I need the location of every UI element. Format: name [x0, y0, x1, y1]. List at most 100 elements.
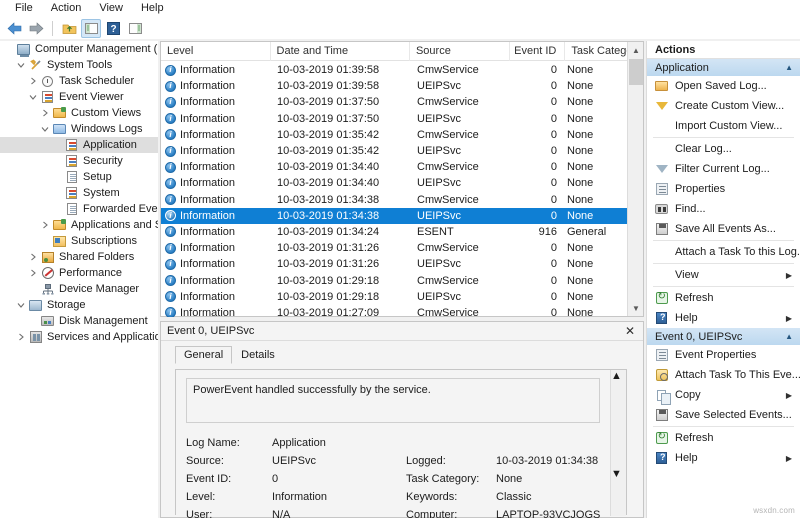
table-row[interactable]: iInformation10-03-2019 01:34:40CmwServic…: [161, 159, 627, 175]
scroll-thumb[interactable]: [629, 59, 643, 85]
event-detail-scrollbar[interactable]: ▲ ▼: [610, 370, 626, 516]
column-header-date[interactable]: Date and Time: [271, 42, 410, 61]
action-open-saved-log[interactable]: Open Saved Log...: [647, 76, 800, 96]
tab-general[interactable]: General: [175, 346, 232, 364]
table-row[interactable]: iInformation10-03-2019 01:34:38UEIPSvc0N…: [161, 208, 627, 224]
tree-item-setup[interactable]: Setup: [0, 169, 158, 185]
tree-item-forwarded-event[interactable]: Forwarded Event: [0, 201, 158, 217]
event-list-rows[interactable]: iInformation10-03-2019 01:39:58CmwServic…: [161, 62, 627, 317]
action-find[interactable]: Find...: [647, 199, 800, 219]
tree-item-task-scheduler[interactable]: Task Scheduler: [0, 73, 158, 89]
close-icon[interactable]: ✕: [621, 324, 639, 338]
action-attach-a-task-to-this-log[interactable]: Attach a Task To this Log...: [647, 242, 800, 262]
tree-item-device-manager[interactable]: Device Manager: [0, 281, 158, 297]
tree-item-application[interactable]: Application: [0, 137, 158, 153]
actions-list[interactable]: Application▲Open Saved Log...Create Cust…: [647, 59, 800, 468]
actions-group-header[interactable]: Event 0, UEIPSvc▲: [647, 328, 800, 345]
tree-item-custom-views[interactable]: Custom Views: [0, 105, 158, 121]
table-row[interactable]: iInformation10-03-2019 01:29:18UEIPSvc0N…: [161, 289, 627, 305]
tree-item-applications-and-ser[interactable]: Applications and Ser: [0, 217, 158, 233]
action-import-custom-view[interactable]: Import Custom View...: [647, 116, 800, 136]
action-filter-current-log[interactable]: Filter Current Log...: [647, 159, 800, 179]
event-list-header[interactable]: LevelDate and TimeSourceEvent IDTask Cat…: [161, 42, 643, 61]
tree-item-windows-logs[interactable]: Windows Logs: [0, 121, 158, 137]
chevron-up-icon[interactable]: ▲: [785, 63, 793, 72]
table-row[interactable]: iInformation10-03-2019 01:35:42UEIPSvc0N…: [161, 143, 627, 159]
show-hide-action-pane-icon[interactable]: [125, 19, 145, 38]
action-create-custom-view[interactable]: Create Custom View...: [647, 96, 800, 116]
scroll-down-icon[interactable]: ▼: [628, 300, 644, 316]
action-event-properties[interactable]: Event Properties: [647, 345, 800, 365]
event-list[interactable]: LevelDate and TimeSourceEvent IDTask Cat…: [160, 41, 644, 317]
table-row[interactable]: iInformation10-03-2019 01:27:09CmwServic…: [161, 305, 627, 317]
chevron-down-icon[interactable]: [14, 297, 27, 313]
action-refresh[interactable]: Refresh: [647, 288, 800, 308]
field-value: UEIPSvc: [272, 455, 406, 467]
action-save-all-events-as[interactable]: Save All Events As...: [647, 219, 800, 239]
chevron-down-icon[interactable]: [26, 89, 39, 105]
chevron-right-icon[interactable]: [26, 73, 39, 89]
action-attach-task-to-this-eve[interactable]: Attach Task To This Eve...: [647, 365, 800, 385]
table-row[interactable]: iInformation10-03-2019 01:29:18CmwServic…: [161, 272, 627, 288]
table-row[interactable]: iInformation10-03-2019 01:34:38CmwServic…: [161, 192, 627, 208]
action-label: Save Selected Events...: [670, 409, 792, 421]
action-clear-log[interactable]: Clear Log...: [647, 139, 800, 159]
tree-item-subscriptions[interactable]: Subscriptions: [0, 233, 158, 249]
table-row[interactable]: iInformation10-03-2019 01:31:26UEIPSvc0N…: [161, 256, 627, 272]
chevron-right-icon[interactable]: [38, 217, 51, 233]
column-header-eid[interactable]: Event ID: [510, 42, 566, 61]
chevron-down-icon[interactable]: [14, 57, 27, 73]
tree-item-performance[interactable]: Performance: [0, 265, 158, 281]
chevron-up-icon[interactable]: ▲: [785, 332, 793, 341]
action-refresh[interactable]: Refresh: [647, 428, 800, 448]
table-row[interactable]: iInformation10-03-2019 01:31:26CmwServic…: [161, 240, 627, 256]
event-list-scrollbar[interactable]: ▲ ▼: [627, 42, 643, 316]
tree-item-computer-management-local[interactable]: Computer Management (Local): [0, 41, 158, 57]
tree-item-event-viewer[interactable]: Event Viewer: [0, 89, 158, 105]
tree-item-system[interactable]: System: [0, 185, 158, 201]
detail-scroll-down-icon[interactable]: ▼: [611, 468, 626, 480]
table-row[interactable]: iInformation10-03-2019 01:39:58UEIPSvc0N…: [161, 78, 627, 94]
detail-scroll-up-icon[interactable]: ▲: [611, 370, 626, 382]
menu-view[interactable]: View: [90, 0, 132, 17]
scroll-up-icon[interactable]: ▲: [628, 42, 644, 58]
action-save-selected-events[interactable]: Save Selected Events...: [647, 405, 800, 425]
tree-item-system-tools[interactable]: System Tools: [0, 57, 158, 73]
detail-scroll-thumb[interactable]: [611, 382, 626, 468]
tree-item-security[interactable]: Security: [0, 153, 158, 169]
action-help[interactable]: Help▶: [647, 448, 800, 468]
forward-icon[interactable]: [26, 19, 46, 38]
column-header-source[interactable]: Source: [410, 42, 510, 61]
chevron-right-icon[interactable]: [14, 329, 27, 345]
chevron-right-icon[interactable]: [38, 105, 51, 121]
menu-action[interactable]: Action: [42, 0, 91, 17]
help-icon[interactable]: ?: [103, 19, 123, 38]
tab-details[interactable]: Details: [232, 346, 284, 364]
menu-file[interactable]: File: [6, 0, 42, 17]
back-icon[interactable]: [4, 19, 24, 38]
action-help[interactable]: Help▶: [647, 308, 800, 328]
table-row[interactable]: iInformation10-03-2019 01:34:24ESENT916G…: [161, 224, 627, 240]
chevron-right-icon[interactable]: [26, 265, 39, 281]
tree-item-shared-folders[interactable]: Shared Folders: [0, 249, 158, 265]
event-detail-tabs[interactable]: GeneralDetails: [161, 345, 643, 364]
table-row[interactable]: iInformation10-03-2019 01:35:42CmwServic…: [161, 127, 627, 143]
show-hide-console-tree-icon[interactable]: [81, 19, 101, 38]
chevron-down-icon[interactable]: [38, 121, 51, 137]
action-properties[interactable]: Properties: [647, 179, 800, 199]
column-header-level[interactable]: Level: [161, 42, 271, 61]
table-row[interactable]: iInformation10-03-2019 01:39:58CmwServic…: [161, 62, 627, 78]
tree-item-services-and-applications[interactable]: Services and Applications: [0, 329, 158, 345]
up-folder-icon[interactable]: [59, 19, 79, 38]
action-view[interactable]: View▶: [647, 265, 800, 285]
table-row[interactable]: iInformation10-03-2019 01:37:50UEIPSvc0N…: [161, 111, 627, 127]
table-row[interactable]: iInformation10-03-2019 01:34:40UEIPSvc0N…: [161, 175, 627, 191]
actions-group-header[interactable]: Application▲: [647, 59, 800, 76]
menu-help[interactable]: Help: [132, 0, 173, 17]
tree-item-storage[interactable]: Storage: [0, 297, 158, 313]
console-tree[interactable]: Computer Management (Local)System ToolsT…: [0, 41, 158, 518]
chevron-right-icon[interactable]: [26, 249, 39, 265]
table-row[interactable]: iInformation10-03-2019 01:37:50CmwServic…: [161, 94, 627, 110]
action-copy[interactable]: Copy▶: [647, 385, 800, 405]
tree-item-disk-management[interactable]: Disk Management: [0, 313, 158, 329]
